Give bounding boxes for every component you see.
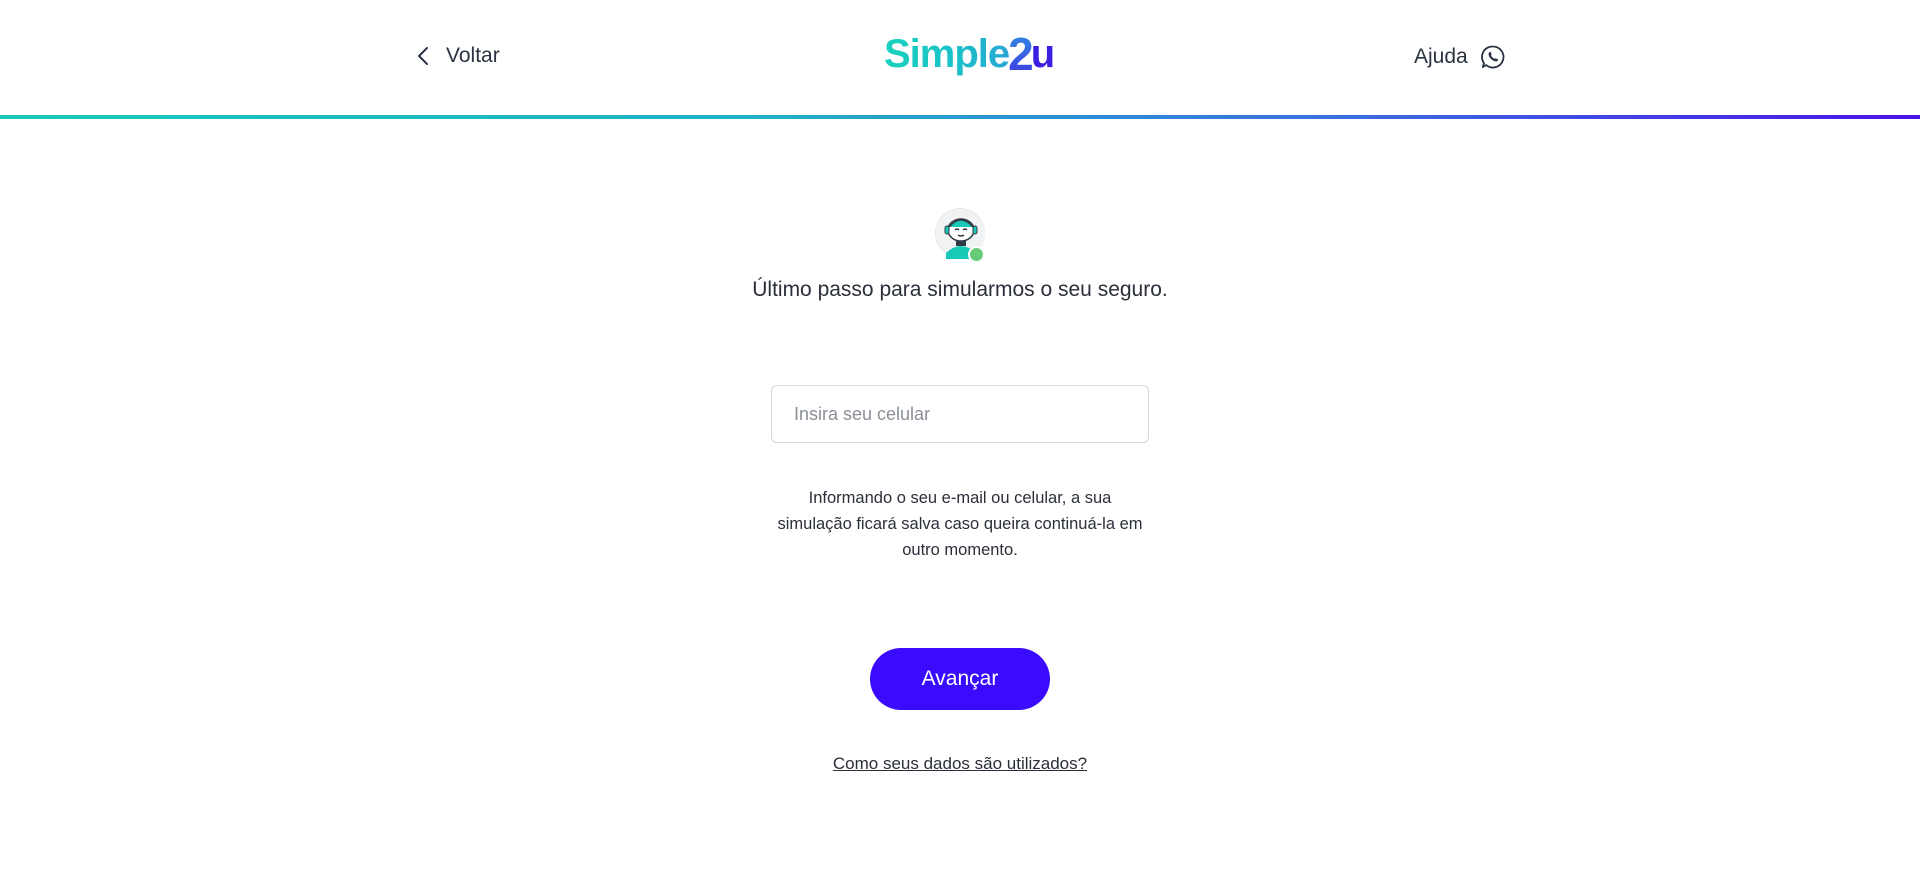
back-label: Voltar: [446, 44, 500, 67]
phone-input[interactable]: [771, 385, 1149, 443]
page-title: Último passo para simularmos o seu segur…: [752, 278, 1168, 301]
header: Voltar Simple 2 u Ajuda: [0, 0, 1920, 116]
advance-button[interactable]: Avançar: [870, 648, 1050, 710]
help-label: Ajuda: [1414, 45, 1468, 68]
data-usage-link[interactable]: Como seus dados são utilizados?: [833, 754, 1087, 773]
back-button[interactable]: Voltar: [414, 44, 500, 68]
help-button[interactable]: Ajuda: [1414, 44, 1506, 70]
info-text: Informando o seu e-mail ou celular, a su…: [777, 489, 1143, 559]
logo-text-u: u: [1030, 32, 1056, 76]
simple2u-logo[interactable]: Simple 2 u: [884, 30, 1055, 78]
header-gradient-divider: [0, 115, 1920, 119]
online-status-dot: [968, 246, 985, 263]
chevron-left-icon: [418, 47, 428, 65]
data-usage-link-container: Como seus dados são utilizados?: [0, 754, 1920, 774]
whatsapp-icon: [1480, 45, 1505, 69]
logo-text-simple: Simple: [884, 32, 1010, 76]
